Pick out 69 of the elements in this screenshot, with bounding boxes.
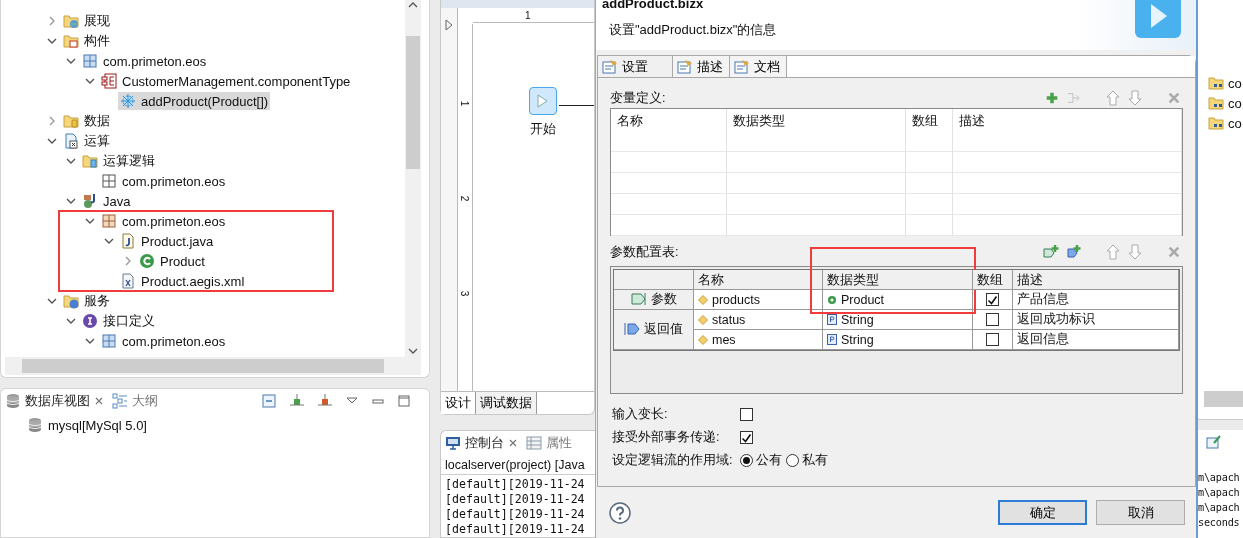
section-label: 变量定义: <box>610 89 666 107</box>
column-header: 数组 <box>906 109 953 152</box>
tree-item[interactable]: com.primeton.eos <box>80 52 209 70</box>
group-label: 返回值 <box>614 310 694 350</box>
column-header: 名称 <box>611 109 727 152</box>
ruler: 1 2 3 <box>458 24 473 391</box>
column-header: 描述 <box>1013 270 1179 290</box>
console-line: [default][2019-11-24 <box>444 522 586 537</box>
tree-item[interactable]: Java <box>80 192 133 210</box>
tree-item[interactable]: mysql[MySql 5.0] <box>1 413 429 433</box>
console-line: [default][2019-11-24 <box>444 507 586 522</box>
editor-tab[interactable]: 调试数据 <box>476 392 537 414</box>
tree-item[interactable]: CustomerManagement.componentType <box>99 72 353 90</box>
column-header: 数组 <box>973 270 1013 290</box>
tree-item[interactable]: co <box>1198 73 1243 93</box>
tree-item[interactable]: 展现 <box>61 11 112 31</box>
view-tab[interactable]: 控制台 <box>445 434 518 452</box>
option-label: 接受外部事务传递: <box>612 429 721 446</box>
console-line: seconds <box>1198 516 1241 530</box>
console-line: m\apach <box>1198 501 1241 515</box>
tree-item[interactable]: co <box>1198 93 1243 113</box>
table-cell: Product <box>823 290 973 310</box>
table-cell: 返回成功标识 <box>1013 310 1179 330</box>
table-cell: 产品信息 <box>1013 290 1179 310</box>
table-cell: status <box>694 310 823 330</box>
console-line: m\apach <box>1198 486 1241 500</box>
dialog-tab[interactable]: 文档 <box>730 56 787 77</box>
tree-item[interactable]: 服务 <box>61 291 112 311</box>
group-label: 参数 <box>614 290 694 310</box>
node-label: 开始 <box>530 121 556 138</box>
view-tab[interactable]: 大纲 <box>112 392 158 410</box>
column-header: 数据类型 <box>727 109 906 152</box>
tree-item[interactable]: com.primeton.eos <box>99 172 228 190</box>
console-line: m\apach <box>1198 471 1241 485</box>
dialog-button[interactable]: 确定 <box>998 500 1087 525</box>
radio-button[interactable]: 私有 <box>786 452 828 469</box>
table-cell: String <box>823 330 973 350</box>
console-line: [default][2019-11-24 <box>444 477 586 492</box>
ruler: 1 <box>473 8 594 23</box>
section-label: 参数配置表: <box>610 243 679 261</box>
tree-item[interactable]: 运算 <box>61 131 112 151</box>
tree-item[interactable]: 运算逻辑 <box>80 151 157 171</box>
tree-item[interactable]: com.primeton.eos <box>99 212 228 230</box>
tree-item[interactable]: 接口定义 <box>80 311 157 331</box>
tree-item[interactable]: co <box>1198 113 1243 133</box>
console-line: [default][2019-11-24 <box>444 492 586 507</box>
dialog-button[interactable]: 取消 <box>1096 500 1185 525</box>
column-header: 描述 <box>953 109 1182 152</box>
tree-item[interactable]: com.primeton.eos <box>99 332 228 350</box>
tree-item[interactable]: Product.java <box>118 232 216 250</box>
column-header: 名称 <box>694 270 823 290</box>
table-cell: products <box>694 290 823 310</box>
option-label: 设定逻辑流的作用域: <box>612 452 734 469</box>
tree-item[interactable]: 构件 <box>61 31 112 51</box>
tree-item[interactable]: addProduct(Product[]) <box>118 92 271 110</box>
editor-tab[interactable]: 设计 <box>441 392 476 414</box>
dialog-tab[interactable]: 描述 <box>673 56 730 77</box>
dialog-subtitle: 设置"addProduct.bizx"的信息 <box>609 21 777 39</box>
dialog-tab[interactable]: 设置 <box>598 56 673 77</box>
tree-item[interactable]: Product <box>137 252 207 270</box>
tree-item[interactable]: Product.aegis.xml <box>118 272 247 290</box>
table-cell: 返回信息 <box>1013 330 1179 350</box>
option-label: 输入变长: <box>612 406 669 423</box>
tree-item[interactable]: 数据 <box>61 111 112 131</box>
view-tab[interactable]: 属性 <box>526 434 572 452</box>
radio-button[interactable]: 公有 <box>740 452 782 469</box>
table-cell: String <box>823 310 973 330</box>
table-cell: mes <box>694 330 823 350</box>
view-tab[interactable]: 数据库视图 <box>5 392 104 410</box>
